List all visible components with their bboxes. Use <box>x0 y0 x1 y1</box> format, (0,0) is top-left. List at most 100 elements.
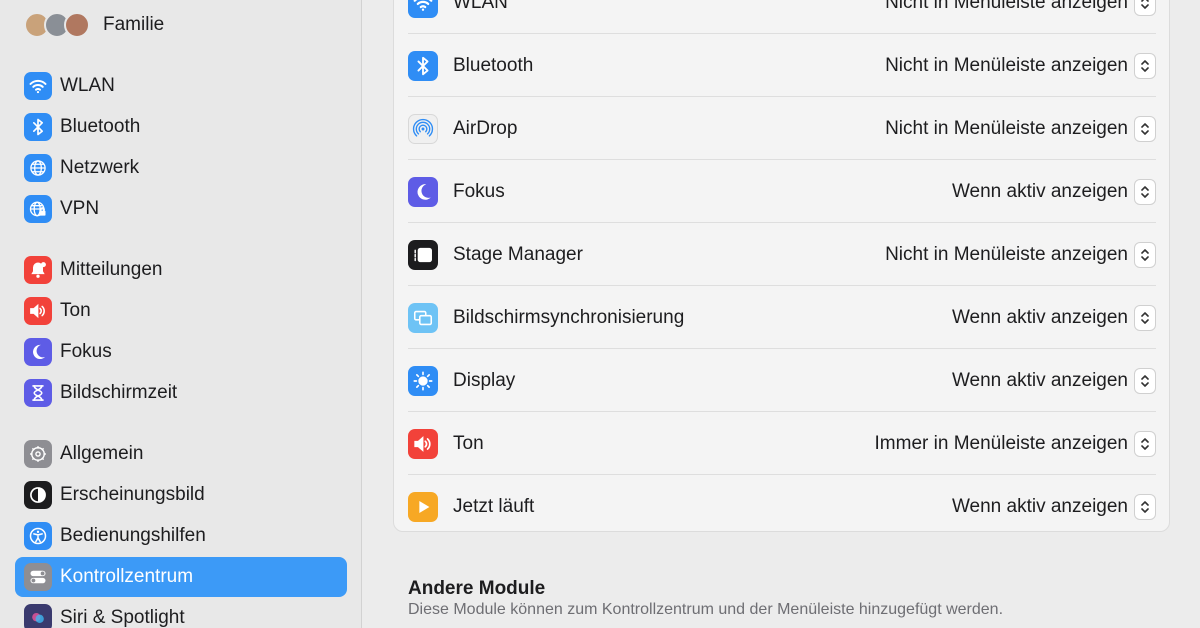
chevron-up-down-icon[interactable] <box>1134 493 1156 520</box>
chevron-up-down-icon[interactable] <box>1134 430 1156 457</box>
sidebar-item-fokus[interactable]: Fokus <box>15 332 347 372</box>
module-row-bluetooth: Bluetooth Nicht in Menüleiste anzeigen <box>408 34 1156 97</box>
gear-icon <box>24 440 52 468</box>
module-label: AirDrop <box>453 117 518 139</box>
other-modules-subtitle: Diese Module können zum Kontrollzentrum … <box>408 601 1004 618</box>
sidebar-item-bildschirmzeit[interactable]: Bildschirmzeit <box>15 373 347 413</box>
sidebar-item-kontrollzentrum[interactable]: Kontrollzentrum <box>15 557 347 597</box>
sidebar-item-label: Fokus <box>60 341 112 362</box>
sidebar-item-label: Ton <box>60 300 91 321</box>
chevron-up-down-icon[interactable] <box>1134 0 1156 16</box>
family-label: Familie <box>103 14 165 35</box>
visibility-value: Nicht in Menüleiste anzeigen <box>885 243 1128 265</box>
module-row-display: Display Wenn aktiv anzeigen <box>408 349 1156 412</box>
sidebar-item-siri-and-spotlight[interactable]: Siri & Spotlight <box>15 598 347 628</box>
module-label: Bluetooth <box>453 54 534 76</box>
accessibility-icon <box>24 522 52 550</box>
visibility-popup[interactable]: Nicht in Menüleiste anzeigen <box>885 115 1156 142</box>
sidebar-item-label: Bedienungshilfen <box>60 525 206 546</box>
sidebar-item-label: Erscheinungsbild <box>60 484 205 505</box>
sidebar-item-label: Bildschirmzeit <box>60 382 178 403</box>
vpn-globe-icon <box>24 195 52 223</box>
sidebar-item-mitteilungen[interactable]: Mitteilungen <box>15 250 347 290</box>
module-label: Jetzt läuft <box>453 495 535 517</box>
speaker-icon <box>24 297 52 325</box>
module-row-airdrop: AirDrop Nicht in Menüleiste anzeigen <box>408 97 1156 160</box>
sidebar: Familie WLAN Bluetooth Netzwerk VPN Mitt… <box>0 0 362 628</box>
avatar <box>64 12 90 38</box>
visibility-popup[interactable]: Wenn aktiv anzeigen <box>951 178 1156 205</box>
visibility-popup[interactable]: Immer in Menüleiste anzeigen <box>874 430 1156 457</box>
chevron-up-down-icon[interactable] <box>1134 178 1156 205</box>
hourglass-icon <box>24 379 52 407</box>
sidebar-item-label: Kontrollzentrum <box>60 566 194 587</box>
visibility-value: Wenn aktiv anzeigen <box>951 495 1128 517</box>
visibility-value: Nicht in Menüleiste anzeigen <box>885 117 1128 139</box>
module-row-fokus: Fokus Wenn aktiv anzeigen <box>408 160 1156 223</box>
chevron-up-down-icon[interactable] <box>1134 115 1156 142</box>
sidebar-item-bluetooth[interactable]: Bluetooth <box>15 107 347 147</box>
sidebar-item-label: Siri & Spotlight <box>60 607 185 628</box>
chevron-up-down-icon[interactable] <box>1134 52 1156 79</box>
bell-icon <box>24 256 52 284</box>
chevron-up-down-icon[interactable] <box>1134 367 1156 394</box>
sidebar-item-vpn[interactable]: VPN <box>15 189 347 229</box>
chevron-up-down-icon[interactable] <box>1134 241 1156 268</box>
visibility-value: Wenn aktiv anzeigen <box>951 180 1128 202</box>
sidebar-item-erscheinungsbild[interactable]: Erscheinungsbild <box>15 475 347 515</box>
wifi-icon <box>24 72 52 100</box>
sidebar-item-wlan[interactable]: WLAN <box>15 66 347 106</box>
module-label: Ton <box>453 432 484 454</box>
visibility-value: Wenn aktiv anzeigen <box>951 306 1128 328</box>
sidebar-item-label: Mitteilungen <box>60 259 163 280</box>
siri-icon <box>24 604 52 628</box>
visibility-popup[interactable]: Nicht in Menüleiste anzeigen <box>885 52 1156 79</box>
module-label: Stage Manager <box>453 243 583 265</box>
other-modules-title: Andere Module <box>408 578 546 599</box>
main-content: WLAN Nicht in Menüleiste anzeigen Blueto… <box>363 0 1200 628</box>
speaker-icon <box>408 428 438 459</box>
module-label: Bildschirmsynchronisierung <box>453 306 685 328</box>
visibility-popup[interactable]: Nicht in Menüleiste anzeigen <box>885 0 1156 16</box>
visibility-popup[interactable]: Wenn aktiv anzeigen <box>951 367 1156 394</box>
sidebar-item-netzwerk[interactable]: Netzwerk <box>15 148 347 188</box>
visibility-value: Nicht in Menüleiste anzeigen <box>885 0 1128 13</box>
bluetooth-icon <box>408 50 438 81</box>
visibility-value: Nicht in Menüleiste anzeigen <box>885 54 1128 76</box>
module-row-ton: Ton Immer in Menüleiste anzeigen <box>408 412 1156 475</box>
visibility-value: Wenn aktiv anzeigen <box>951 369 1128 391</box>
module-row-stage-manager: Stage Manager Nicht in Menüleiste anzeig… <box>408 223 1156 286</box>
sidebar-item-label: Allgemein <box>60 443 144 464</box>
module-row-wlan: WLAN Nicht in Menüleiste anzeigen <box>408 0 1156 34</box>
module-label: Fokus <box>453 180 505 202</box>
visibility-value: Immer in Menüleiste anzeigen <box>874 432 1128 454</box>
visibility-popup[interactable]: Wenn aktiv anzeigen <box>951 304 1156 331</box>
module-label: Display <box>453 369 516 391</box>
wifi-icon <box>408 0 438 18</box>
chevron-up-down-icon[interactable] <box>1134 304 1156 331</box>
family-item[interactable]: Familie <box>24 10 164 40</box>
stage-manager-icon <box>408 239 438 270</box>
bluetooth-icon <box>24 113 52 141</box>
sidebar-item-bedienungshilfen[interactable]: Bedienungshilfen <box>15 516 347 556</box>
module-label: WLAN <box>453 0 508 13</box>
module-row-bildschirmsynchronisierung: Bildschirmsynchronisierung Wenn aktiv an… <box>408 286 1156 349</box>
visibility-popup[interactable]: Wenn aktiv anzeigen <box>951 493 1156 520</box>
globe-icon <box>24 154 52 182</box>
sidebar-item-label: Bluetooth <box>60 116 141 137</box>
module-row-jetzt-läuft: Jetzt läuft Wenn aktiv anzeigen <box>408 475 1156 538</box>
sidebar-item-label: VPN <box>60 198 100 219</box>
sidebar-item-ton[interactable]: Ton <box>15 291 347 331</box>
visibility-popup[interactable]: Nicht in Menüleiste anzeigen <box>885 241 1156 268</box>
moon-icon <box>24 338 52 366</box>
sidebar-item-label: Netzwerk <box>60 157 140 178</box>
moon-icon <box>408 176 438 207</box>
sidebar-item-label: WLAN <box>60 75 115 96</box>
appearance-icon <box>24 481 52 509</box>
family-avatars <box>24 10 94 40</box>
sidebar-item-allgemein[interactable]: Allgemein <box>15 434 347 474</box>
play-icon <box>408 491 438 522</box>
screen-mirroring-icon <box>408 302 438 333</box>
airdrop-icon <box>408 113 438 144</box>
toggles-icon <box>24 563 52 591</box>
